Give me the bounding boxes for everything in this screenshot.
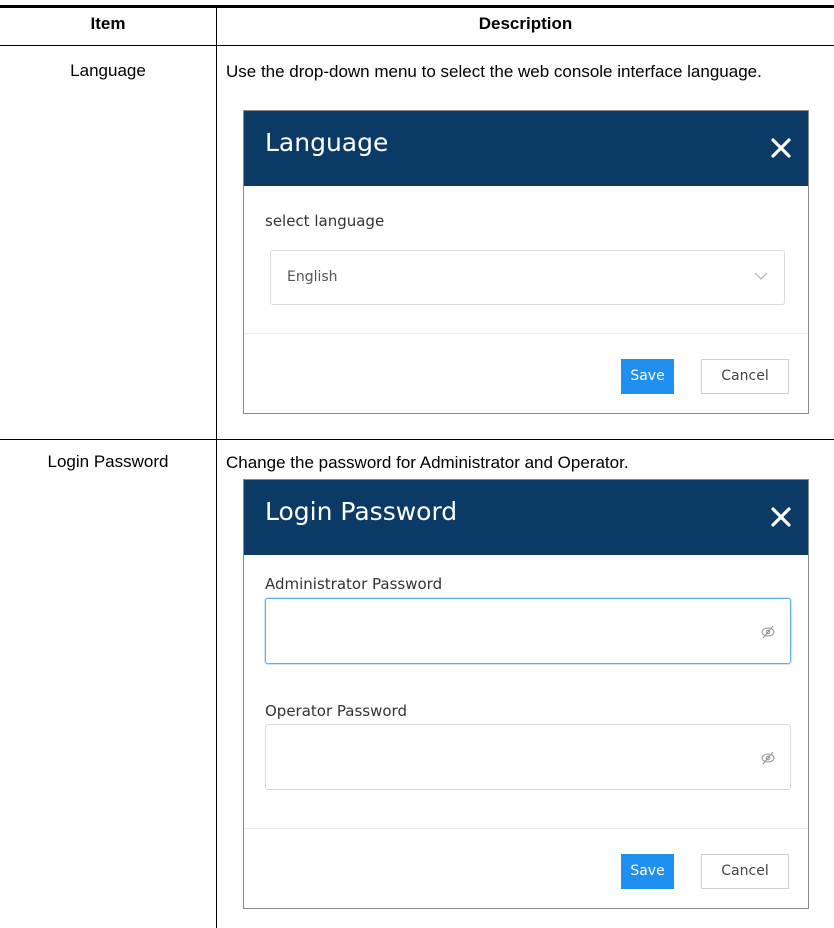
language-select[interactable]: English bbox=[270, 250, 785, 305]
operator-password-input[interactable] bbox=[265, 724, 791, 790]
operator-password-label: Operator Password bbox=[265, 702, 407, 720]
row-language-description: Use the drop-down menu to select the web… bbox=[226, 62, 762, 81]
row-language-item: Language bbox=[70, 61, 146, 80]
save-button[interactable]: Save bbox=[621, 359, 674, 394]
table-header-rule bbox=[0, 45, 834, 46]
dialog-body: Administrator Password Operator Password bbox=[244, 555, 808, 828]
table-row-rule bbox=[0, 439, 834, 440]
close-icon[interactable] bbox=[766, 133, 796, 163]
cancel-button[interactable]: Cancel bbox=[701, 359, 789, 394]
header-item: Item bbox=[90, 14, 126, 33]
chevron-down-icon bbox=[754, 272, 768, 280]
dialog-title: Login Password bbox=[265, 497, 458, 526]
dialog-header: Login Password bbox=[244, 480, 808, 555]
cancel-button[interactable]: Cancel bbox=[701, 854, 789, 889]
eye-slash-icon[interactable] bbox=[760, 624, 776, 640]
select-language-label: select language bbox=[265, 212, 385, 230]
language-dialog: Language select language English Save Ca… bbox=[243, 110, 809, 414]
language-select-value: English bbox=[287, 269, 338, 285]
dialog-header: Language bbox=[244, 111, 808, 186]
row-login-password-description: Change the password for Administrator an… bbox=[226, 453, 629, 472]
administrator-password-label: Administrator Password bbox=[265, 575, 443, 593]
row-login-password-item: Login Password bbox=[47, 452, 169, 471]
save-button[interactable]: Save bbox=[621, 854, 674, 889]
close-icon[interactable] bbox=[766, 502, 796, 532]
administrator-password-input[interactable] bbox=[265, 598, 791, 664]
dialog-footer: Save Cancel bbox=[244, 828, 808, 908]
table-top-rule bbox=[0, 5, 834, 8]
table-column-divider bbox=[216, 8, 217, 928]
dialog-body: select language English bbox=[244, 186, 808, 333]
dialog-footer: Save Cancel bbox=[244, 333, 808, 413]
dialog-title: Language bbox=[265, 128, 389, 157]
header-description: Description bbox=[478, 14, 573, 33]
eye-slash-icon[interactable] bbox=[760, 750, 776, 766]
login-password-dialog: Login Password Administrator Password Op… bbox=[243, 479, 809, 909]
